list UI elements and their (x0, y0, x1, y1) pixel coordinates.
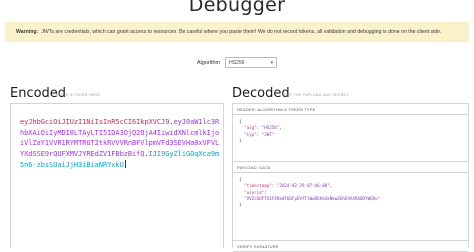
signature-section-label: VERIFY SIGNATURE (233, 241, 468, 252)
header-json-editor[interactable]: { "alg": "HS256", "typ": "JWT" } (233, 115, 468, 162)
encoded-subtitle: PASTE A TOKEN HERE (56, 93, 101, 97)
header-section-label: HEADER: ALGORITHM & TOKEN TYPE (233, 104, 468, 115)
text-cursor (124, 159, 126, 168)
algorithm-value: HS256 (229, 59, 245, 66)
encoded-token[interactable]: eyJhbGciOiJIUzI1NiIsInR5cCI6IkpXVCJ9.eyJ… (20, 117, 220, 171)
decoded-title: Decoded (232, 86, 290, 101)
algorithm-label: Algorithm (196, 59, 221, 66)
token-header-part: eyJhbGciOiJIUzI1NiIsInR5cCI6IkpXVCJ9 (20, 118, 170, 126)
payload-json-editor[interactable]: { "timestamp": "2024-02-29 07:46:08", "u… (233, 173, 468, 241)
warning-label: Warning: (16, 29, 39, 35)
chevron-down-icon: ▾ (270, 59, 274, 66)
warning-text: JWTs are credentials, which can grant ac… (41, 29, 442, 35)
decoded-panel: HEADER: ALGORITHM & TOKEN TYPE { "alg": … (232, 103, 469, 252)
decoded-subtitle: EDIT THE PAYLOAD AND SECRET (283, 93, 349, 97)
algorithm-row: Algorithm HS256 ▾ (0, 57, 474, 68)
encoded-token-editor[interactable]: eyJhbGciOiJIUzI1NiIsInR5cCI6IkpXVCJ9.eyJ… (10, 103, 224, 248)
payload-section-label: PAYLOAD: DATA (233, 162, 468, 173)
warning-banner: Warning: JWTs are credentials, which can… (5, 22, 469, 42)
page-title: Debugger (188, 0, 286, 16)
algorithm-select[interactable]: HS256 ▾ (225, 57, 278, 68)
